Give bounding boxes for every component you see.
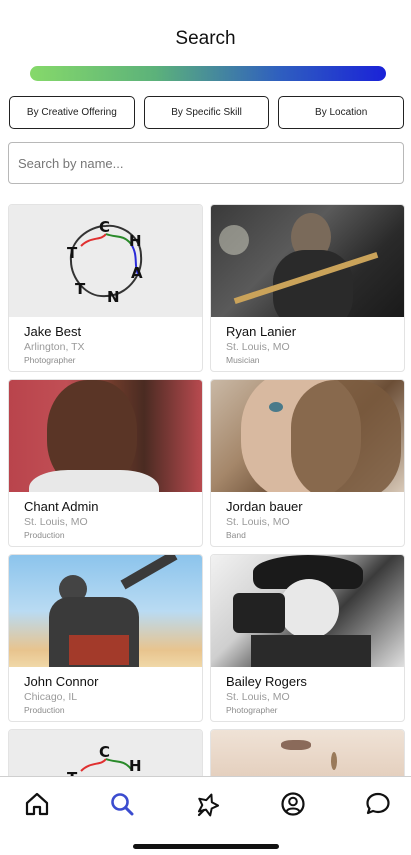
card-location: St. Louis, MO [24,516,88,528]
svg-text:N: N [107,288,120,306]
chant-logo-image: C H A N T T [9,205,202,317]
card-category: Band [226,530,246,540]
search-field-container [8,142,404,184]
card-category: Production [24,530,65,540]
portrait-photo [9,380,202,492]
tab-messages[interactable] [363,789,393,819]
filter-specific-skill-button[interactable]: By Specific Skill [143,96,270,129]
svg-text:H: H [129,757,142,775]
card-location: Chicago, IL [24,691,78,703]
tab-home[interactable] [22,789,52,819]
profile-card[interactable]: Bailey Rogers St. Louis, MO Photographer [210,554,405,722]
card-name: Jordan bauer [226,499,303,514]
svg-text:A: A [131,264,143,282]
search-icon [111,793,134,816]
card-name: John Connor [24,674,99,689]
svg-text:T: T [75,280,86,298]
home-icon [25,792,49,816]
svg-text:C: C [99,218,110,236]
photographer-bw-photo [211,555,404,667]
svg-text:C: C [99,743,110,761]
svg-text:H: H [129,232,142,250]
climber-photo [9,555,202,667]
filter-buttons: By Creative Offering By Specific Skill B… [9,96,405,129]
card-category: Musician [226,355,260,365]
card-name: Ryan Lanier [226,324,297,339]
card-location: St. Louis, MO [226,516,290,528]
profile-card[interactable]: Chant Admin St. Louis, MO Production [8,379,203,547]
filter-location-button[interactable]: By Location [278,96,405,129]
tab-profile[interactable] [278,789,308,819]
card-category: Production [24,705,65,715]
profile-card[interactable]: Jordan bauer St. Louis, MO Band [210,379,405,547]
svg-text:T: T [67,244,78,262]
band-performance-photo [211,205,404,317]
profile-icon [281,792,305,816]
filter-creative-offering-button[interactable]: By Creative Offering [9,96,135,129]
home-indicator [133,844,279,849]
card-name: Chant Admin [24,499,99,514]
profile-card[interactable]: John Connor Chicago, IL Production [8,554,203,722]
tab-search[interactable] [107,789,137,819]
selfie-photo [211,380,404,492]
page-title: Search [175,28,236,49]
star-pin-icon [197,793,220,817]
profile-card[interactable]: C H A N T T Jake Best Arlington, TX Phot… [8,204,203,372]
card-location: St. Louis, MO [226,691,290,703]
profile-card[interactable]: Ryan Lanier St. Louis, MO Musician [210,204,405,372]
tab-favorites[interactable] [193,789,223,819]
card-location: St. Louis, MO [226,341,290,353]
progress-gradient-bar [30,66,386,81]
card-name: Jake Best [24,324,82,339]
card-location: Arlington, TX [24,341,85,353]
search-input[interactable] [9,143,403,183]
card-category: Photographer [24,355,76,365]
chat-icon [366,792,390,815]
card-category: Photographer [226,705,278,715]
card-name: Bailey Rogers [226,674,307,689]
